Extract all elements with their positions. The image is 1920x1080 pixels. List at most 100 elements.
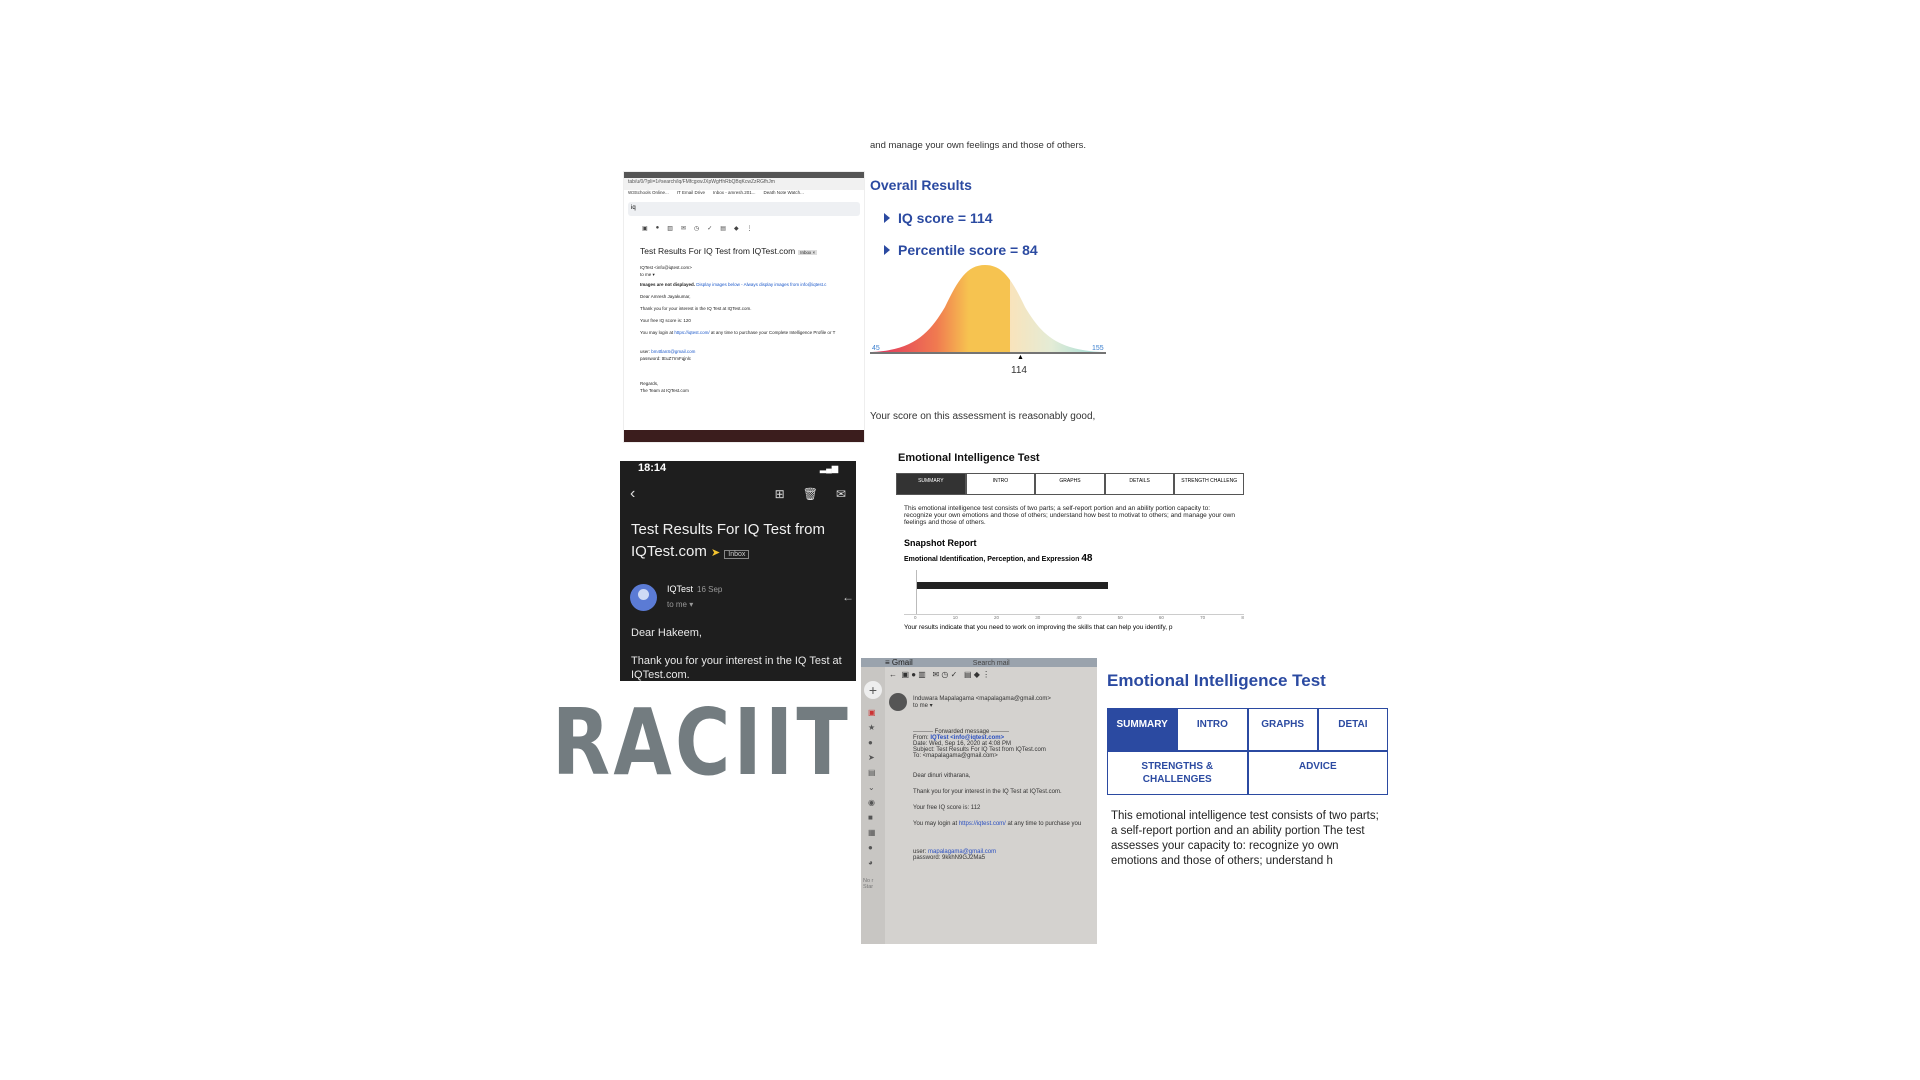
email-signature: The Team at IQTest.com <box>640 388 689 393</box>
address-bar[interactable]: tab/u/0/?pli=1#search/iq/FMfcgxwJXpWgHhR… <box>624 178 864 190</box>
delete-icon[interactable]: 🗑 <box>803 487 818 501</box>
chart-ticks: 0 10 20 30 40 50 60 70 8 <box>914 615 1244 620</box>
more-icon[interactable]: ⋮ <box>747 225 753 232</box>
expand-triangle-icon <box>884 213 890 223</box>
email-subject: Test Results For IQ Test from IQTest.com… <box>631 521 825 560</box>
mail-icon[interactable]: ✉ <box>681 225 686 232</box>
keyboard-icon[interactable]: ▦ <box>868 825 885 840</box>
overall-results-screenshot: and manage your own feelings and those o… <box>870 136 1114 436</box>
iq-score-toggle[interactable]: IQ score = 114 <box>884 210 1114 226</box>
recipient-dropdown[interactable]: to me ▾ <box>667 600 693 609</box>
file-icon[interactable]: ▤ <box>868 765 885 780</box>
phone-toolbar: ‹ ⊞ 🗑 ✉ <box>620 475 856 513</box>
sidebar-note: No r Star <box>863 878 874 890</box>
raciit-logo: RACIIT <box>552 689 852 796</box>
email-user-line: user: bm4tlanS@gmail.com <box>640 349 696 354</box>
tab-graphs[interactable]: GRAPHS <box>1247 708 1318 751</box>
delete-icon[interactable]: ▥ <box>667 225 673 232</box>
star-icon[interactable]: ★ <box>868 720 885 735</box>
bookmark[interactable]: IT Email Drive <box>677 190 705 199</box>
email-password-line: password: 9kkhN9GJ2Ma5 <box>913 855 986 861</box>
percentile-score-toggle[interactable]: Percentile score = 84 <box>884 242 1114 258</box>
spam-icon[interactable]: ● <box>656 225 660 232</box>
taskbar <box>624 430 864 442</box>
user-email-link[interactable]: bm4tlanS@gmail.com <box>651 349 695 354</box>
archive-icon[interactable]: ⊞ <box>775 487 785 501</box>
search-input[interactable]: Search mail <box>973 660 1010 667</box>
bell-curve-area <box>872 265 1102 352</box>
tab-summary[interactable]: SUMMARY <box>896 473 966 495</box>
label-icon[interactable]: ◆ <box>734 225 739 232</box>
results-footer: Your results indicate that you need to w… <box>904 624 1173 631</box>
axis-min-label: 45 <box>872 345 880 352</box>
tab-intro[interactable]: INTRO <box>1177 708 1248 751</box>
task-icon[interactable]: ✓ <box>707 225 712 232</box>
clock-icon[interactable]: ● <box>868 735 885 750</box>
email-body: Thank you for your interest in the IQ Te… <box>631 655 842 681</box>
email-recipient[interactable]: to me ▾ <box>640 271 864 278</box>
tab-advice[interactable]: ADVICE <box>1247 751 1388 795</box>
back-arrow-icon[interactable]: ‹ <box>630 485 635 503</box>
test-description: This emotional intelligence test consist… <box>1111 810 1379 867</box>
archive-icon[interactable]: ▣ <box>642 225 648 232</box>
desktop-email-screenshot: tab/u/0/?pli=1#search/iq/FMfcgxwJXpWgHhR… <box>623 171 865 443</box>
email-login-line: You may login at https://iqtest.com/ at … <box>640 330 836 335</box>
email-password-line: password: tEuZ7rmFqjnlc <box>640 356 692 361</box>
bookmark[interactable]: Inbox - amresh.201... <box>713 190 756 199</box>
expand-triangle-icon <box>884 245 890 255</box>
tab-intro[interactable]: INTRO <box>965 473 1036 495</box>
gmail-photo-screenshot: ≡ Gmail Search mail + ▣ ★ ● ➤ ▤ ⌄ ◉ ■ ▦ ●… <box>861 658 1097 944</box>
folder-icon[interactable]: ▤ <box>720 225 726 232</box>
compose-button[interactable]: + <box>864 681 882 699</box>
inbox-icon[interactable]: ▣ <box>868 705 885 720</box>
recipient-dropdown[interactable]: to me ▾ <box>913 702 1051 709</box>
sender-info: IQTest 16 Sep to me ▾ <box>667 584 723 609</box>
sender-row: IQTest 16 Sep to me ▾ ← <box>630 582 856 612</box>
test-description: This emotional intelligence test consist… <box>904 505 1235 526</box>
chevron-down-icon[interactable]: ⌄ <box>868 780 885 795</box>
hangouts-icon[interactable]: ● <box>868 840 885 855</box>
tab-bar: SUMMARY INTRO GRAPHS DETAILS STRENGTH CH… <box>896 473 1244 495</box>
phone-email-screenshot: 18:14 ▂▄▆ ‹ ⊞ 🗑 ✉ Test Results For IQ Tes… <box>620 461 856 681</box>
iqtest-link[interactable]: https://iqtest.com/ <box>674 330 709 335</box>
video-icon[interactable]: ■ <box>868 810 885 825</box>
score-marker-label: 114 <box>1011 365 1027 376</box>
tab-details[interactable]: DETAILS <box>1104 473 1175 495</box>
meet-icon[interactable]: ◉ <box>868 795 885 810</box>
bookmark[interactable]: Death Note Watch... <box>763 190 803 199</box>
email-greeting: Dear dinuri vitharana, <box>913 773 971 779</box>
email-greeting: Dear Amresh Jayakumar, <box>640 294 691 299</box>
tab-strengths[interactable]: STRENGTH CHALLENG <box>1174 473 1244 495</box>
tab-graphs[interactable]: GRAPHS <box>1035 473 1105 495</box>
clock-icon[interactable]: ◷ <box>694 225 699 232</box>
category-score: 48 <box>1081 553 1093 564</box>
images-notice: Images are not displayed. Display images… <box>640 282 827 287</box>
sender-row: Induwara Mapalagama <mapalagama@gmail.co… <box>889 693 1094 711</box>
overall-results-heading: Overall Results <box>870 177 972 193</box>
sidebar-icons: ▣ ★ ● ➤ ▤ ⌄ ◉ ■ ▦ ● ◕ <box>868 705 885 870</box>
tab-bar-row-2: STRENGTHS & CHALLENGES ADVICE <box>1107 751 1388 795</box>
send-icon[interactable]: ➤ <box>868 750 885 765</box>
iqtest-link[interactable]: https://iqtest.com/ <box>959 821 1006 827</box>
inbox-badge[interactable]: Inbox <box>724 550 750 559</box>
status-bar: 18:14 ▂▄▆ <box>620 461 856 475</box>
inbox-badge[interactable]: Inbox × <box>798 250 818 255</box>
bookmark[interactable]: W3Schools Online... <box>628 190 669 199</box>
email-greeting: Dear Hakeem, <box>631 627 702 639</box>
tab-strengths-challenges[interactable]: STRENGTHS & CHALLENGES <box>1107 751 1248 795</box>
mail-icon[interactable]: ✉ <box>836 487 846 501</box>
sender-name: Induwara Mapalagama <mapalagama@gmail.co… <box>913 695 1051 702</box>
menu-icon[interactable]: ≡ <box>885 658 892 667</box>
gmail-sidebar: + ▣ ★ ● ➤ ▤ ⌄ ◉ ■ ▦ ● ◕ No r Star <box>861 667 885 944</box>
category-label: Emotional Identification, Perception, an… <box>904 553 1093 564</box>
search-input[interactable]: iq <box>628 202 860 216</box>
tab-details[interactable]: DETAI <box>1317 708 1388 751</box>
axis-max-label: 155 <box>1092 345 1104 352</box>
email-content: ← ▣ ● ▥ ✉ ◷ ✓ ▤ ◆ ⋮ Induwara Mapalagama … <box>889 670 1094 861</box>
tab-summary[interactable]: SUMMARY <box>1107 708 1178 751</box>
display-images-link[interactable]: Display images below - Always display im… <box>696 282 826 287</box>
reply-icon[interactable]: ← <box>842 590 854 604</box>
importance-marker-icon: ➤ <box>711 547 721 559</box>
bookmarks-bar: W3Schools Online... IT Email Drive Inbox… <box>624 190 864 199</box>
email-sender: IQTest <info@iqtest.com> <box>640 265 692 270</box>
